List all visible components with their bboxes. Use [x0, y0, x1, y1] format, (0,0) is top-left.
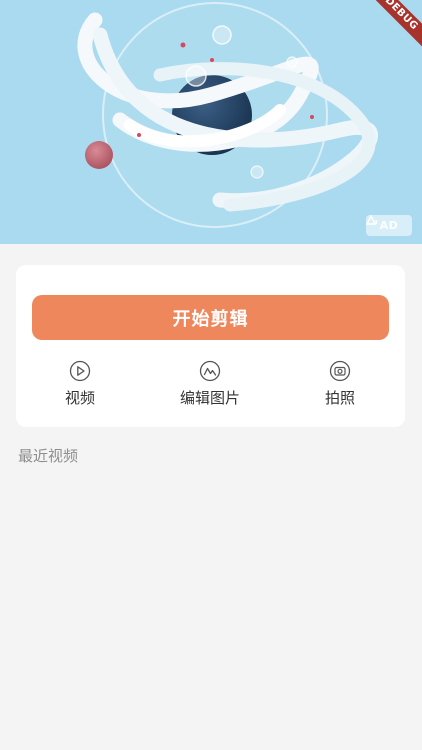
- ad-choices-icon: [366, 215, 378, 225]
- camera-action-label: 拍照: [324, 389, 355, 407]
- play-circle-icon: [69, 360, 91, 382]
- ad-badge[interactable]: AD: [366, 215, 412, 236]
- ad-label: AD: [379, 219, 399, 232]
- start-editing-button[interactable]: 开始剪辑: [32, 295, 389, 340]
- banner-artwork: [0, 0, 422, 244]
- edit-image-action[interactable]: 编辑图片: [165, 360, 255, 408]
- recent-videos-title: 最近视频: [18, 447, 79, 465]
- video-action[interactable]: 视频: [35, 360, 125, 408]
- edit-image-action-label: 编辑图片: [179, 389, 240, 407]
- video-action-label: 视频: [64, 389, 95, 407]
- camera-icon: [329, 360, 351, 382]
- editor-card: 开始剪辑 视频 编辑图片 拍照: [16, 265, 405, 427]
- ad-banner[interactable]: AD DEBUG: [0, 0, 422, 244]
- camera-action[interactable]: 拍照: [295, 360, 385, 408]
- image-wave-icon: [199, 360, 221, 382]
- quick-actions: 视频 编辑图片 拍照: [16, 360, 405, 410]
